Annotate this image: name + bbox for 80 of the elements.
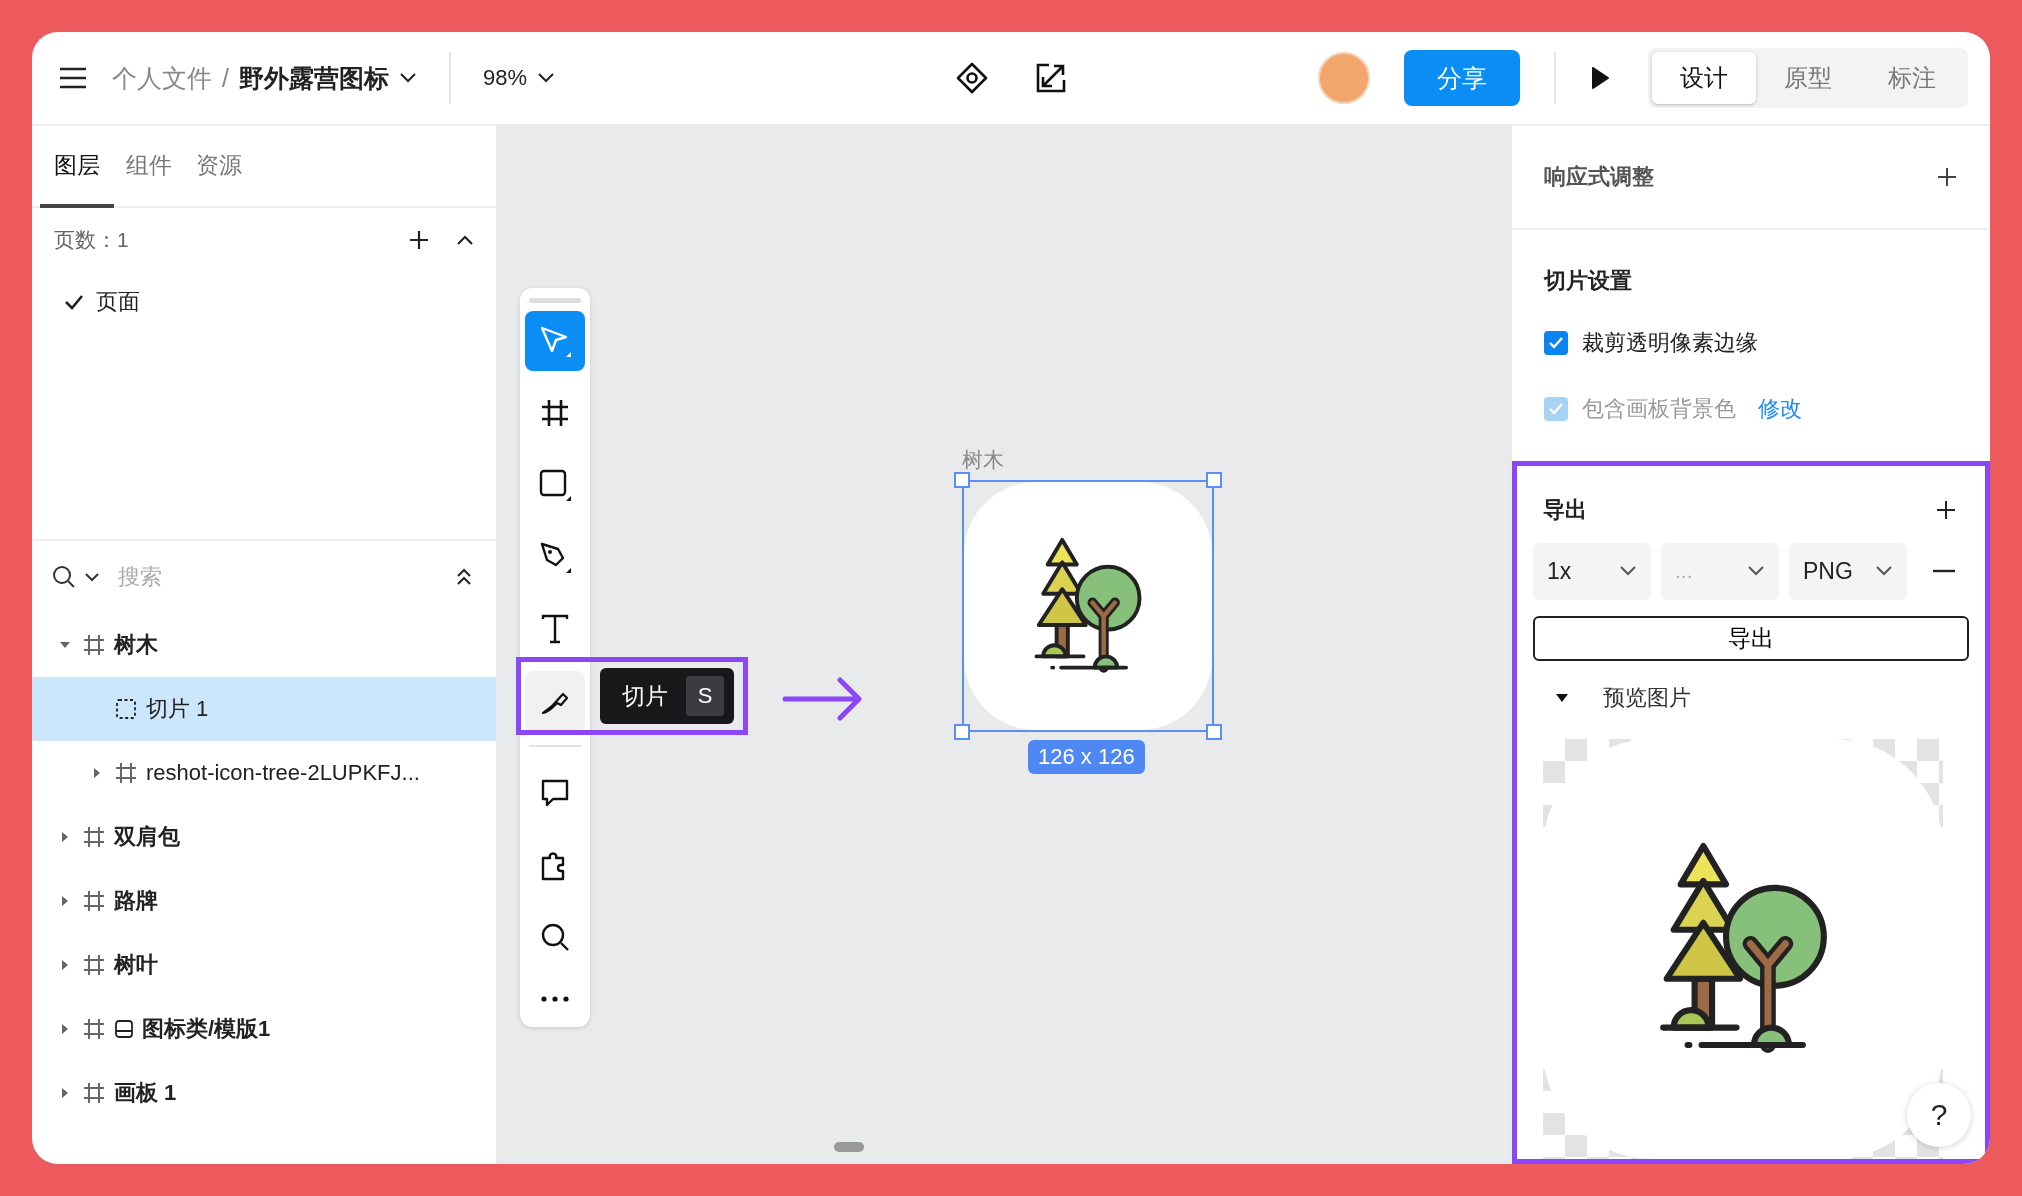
chevron-down-icon <box>1875 565 1893 578</box>
caret-icon <box>1555 693 1569 704</box>
checkbox[interactable] <box>1544 331 1568 355</box>
shortcut-key: S <box>686 676 724 716</box>
export-button[interactable]: 导出 <box>1533 615 1969 662</box>
layer-row[interactable]: 图标类/模版1 <box>32 997 496 1061</box>
layer-row[interactable]: 树叶 <box>32 933 496 997</box>
panel-tab[interactable]: 组件 <box>114 126 184 208</box>
collapse-all-icon[interactable] <box>456 568 472 586</box>
expand-arrow-icon[interactable] <box>1035 62 1067 94</box>
scrollbar[interactable] <box>834 1142 864 1152</box>
breadcrumb-separator: / <box>222 63 229 93</box>
frame-icon <box>82 825 106 849</box>
frame-icon <box>82 889 106 913</box>
add-icon[interactable] <box>1935 499 1957 522</box>
frame-icon <box>540 398 570 428</box>
dropdown[interactable]: 1x <box>1533 542 1651 600</box>
select-tool[interactable] <box>525 311 585 371</box>
add-icon[interactable] <box>1936 166 1958 188</box>
tooltip-label: 切片 <box>622 681 668 711</box>
square-icon <box>539 469 571 501</box>
search-icon <box>540 922 570 952</box>
size-label: 126 x 126 <box>1028 740 1145 774</box>
chevron-down-icon <box>1619 565 1637 578</box>
diamond-icon[interactable] <box>955 61 989 95</box>
resize-handle[interactable] <box>954 724 970 740</box>
section-title: 响应式调整 <box>1544 163 1654 191</box>
layer-row[interactable]: 树木 <box>32 613 496 677</box>
chevron-up-icon[interactable] <box>456 234 474 246</box>
file-name[interactable]: 野外露营图标 <box>238 61 389 95</box>
mode-tab[interactable]: 标注 <box>1860 52 1964 104</box>
slice-tool[interactable] <box>525 671 585 731</box>
breadcrumb-parent[interactable]: 个人文件 <box>112 61 212 95</box>
search-field[interactable]: 搜索 <box>116 563 448 591</box>
add-icon[interactable] <box>408 229 430 251</box>
resize-handle[interactable] <box>954 472 970 488</box>
zoom-level[interactable]: 98% <box>482 65 527 91</box>
resize-handle[interactable] <box>1206 472 1222 488</box>
pen-icon <box>539 541 571 573</box>
frame-icon <box>82 633 106 657</box>
checkbox-label: 裁剪透明像素边缘 <box>1582 329 1758 357</box>
section-title: 导出 <box>1543 496 1587 525</box>
dashed-square-icon <box>114 697 138 721</box>
more-icon <box>540 995 570 1003</box>
play-icon[interactable] <box>1590 66 1610 90</box>
mode-tab[interactable]: 原型 <box>1756 52 1860 104</box>
chevron-down-icon[interactable] <box>398 72 417 84</box>
layer-row[interactable]: 切片 1 <box>32 677 496 741</box>
artboard[interactable] <box>962 480 1214 732</box>
layer-row[interactable]: 路牌 <box>32 869 496 933</box>
search-icon[interactable] <box>52 565 76 589</box>
layer-row[interactable]: 双肩包 <box>32 805 496 869</box>
dropdown[interactable]: PNG <box>1789 542 1907 600</box>
page-item[interactable]: 页面 <box>32 272 496 332</box>
chevron-down-icon[interactable] <box>537 72 555 84</box>
panel-icon <box>114 1019 134 1039</box>
frame-icon <box>82 953 106 977</box>
remove-icon[interactable] <box>1933 569 1955 574</box>
frame-icon <box>82 1017 106 1041</box>
text-icon <box>541 614 569 644</box>
chevron-down-icon[interactable] <box>84 572 100 582</box>
checkmark-icon <box>1548 402 1564 416</box>
pointer-icon <box>538 324 572 358</box>
pages-count: 页数：1 <box>54 227 130 253</box>
comment-icon <box>540 778 570 808</box>
layer-row[interactable]: 画板 1 <box>32 1061 496 1125</box>
panel-tab[interactable]: 图层 <box>40 126 114 208</box>
checkmark-icon <box>1548 336 1564 350</box>
menu-icon[interactable] <box>58 66 88 90</box>
panel-tab[interactable]: 资源 <box>184 126 254 208</box>
section-title: 切片设置 <box>1544 267 1633 295</box>
preview-toggle[interactable]: 预览图片 <box>1533 665 1969 731</box>
frame-icon <box>82 1081 106 1105</box>
resize-handle[interactable] <box>1206 724 1222 740</box>
frame-icon <box>114 761 138 785</box>
layer-row[interactable]: reshot-icon-tree-2LUPKFJ... <box>32 741 496 805</box>
chevron-down-icon <box>1747 565 1765 578</box>
help-button[interactable]: ? <box>1907 1083 1971 1147</box>
mode-tab[interactable]: 设计 <box>1652 52 1756 104</box>
checkbox-label: 包含画板背景色 <box>1582 395 1736 423</box>
